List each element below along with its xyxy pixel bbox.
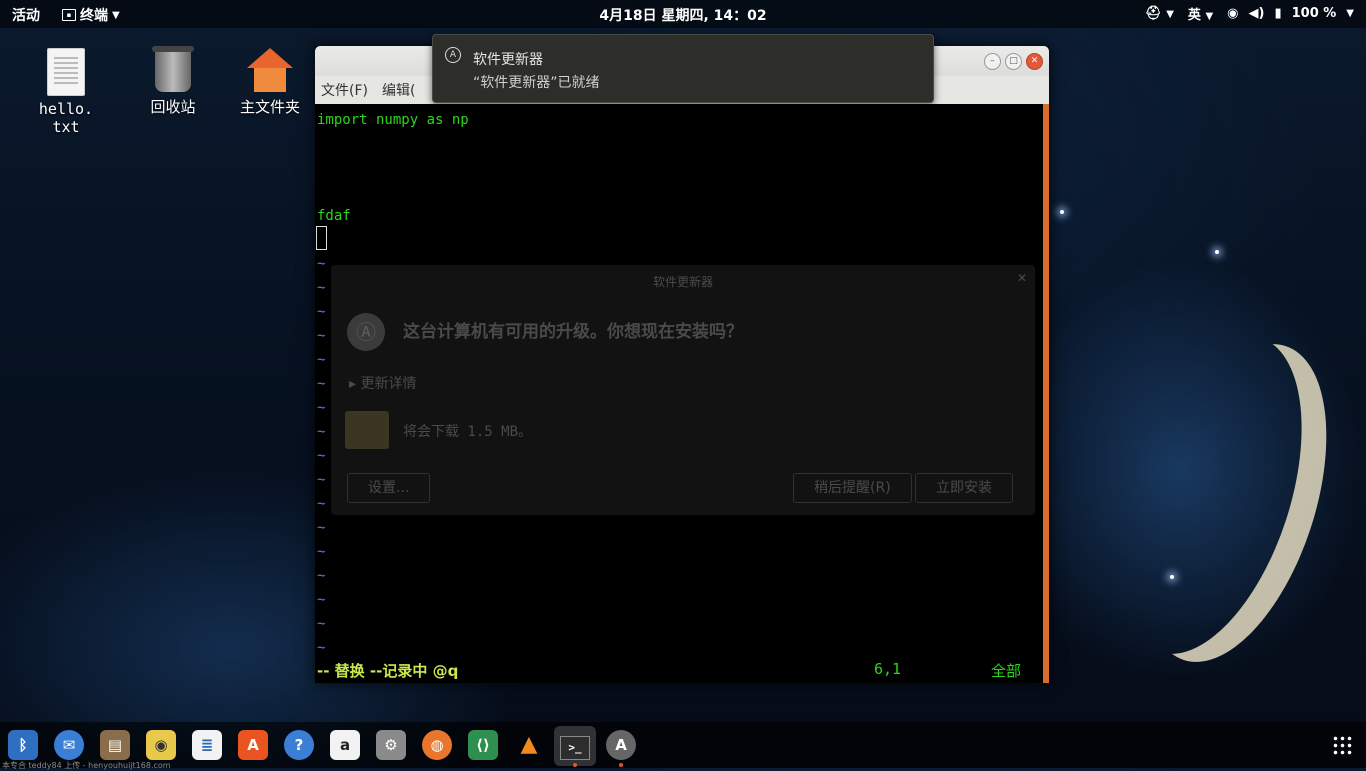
install-now-button[interactable]: 立即安装 — [915, 473, 1013, 503]
terminal-small-icon: ▪ — [62, 9, 76, 21]
empty-line-marker: ~ — [317, 568, 326, 584]
dialog-title: 软件更新器 — [652, 275, 713, 289]
dialog-question: 这台计算机有可用的升级。你想现在安装吗？ — [403, 322, 743, 342]
file-manager-icon[interactable]: ▤ — [100, 730, 130, 760]
app-menu[interactable]: ▪ 终端 ▼ — [62, 5, 120, 25]
empty-line-marker: ~ — [317, 256, 326, 272]
minimize-button[interactable]: – — [984, 53, 1001, 70]
thunderbird-icon[interactable]: ✉ — [54, 730, 84, 760]
menu-edit[interactable]: 编辑( — [382, 80, 415, 100]
editor-line: fdaf — [317, 208, 351, 224]
empty-line-marker: ~ — [317, 352, 326, 368]
vscode-icon[interactable]: ⟨⟩ — [468, 730, 498, 760]
trash-icon — [152, 46, 194, 92]
notification-banner[interactable]: A 软件更新器 “软件更新器”已就绪 — [432, 34, 934, 103]
terminal-scrollbar[interactable] — [1043, 104, 1049, 683]
close-button[interactable]: ✕ — [1026, 53, 1043, 70]
accessibility-icon: ⛑ — [1145, 6, 1162, 21]
input-method-menu[interactable]: 英 ▼ — [1188, 4, 1213, 23]
libreoffice-writer-icon[interactable]: ≣ — [192, 730, 222, 760]
download-size: 将会下载 1.5 MB。 — [403, 424, 533, 440]
chevron-down-icon: ▼ — [1346, 8, 1354, 19]
empty-line-marker: ~ — [317, 496, 326, 512]
scroll-position: 全部 — [991, 662, 1022, 680]
home-folder-icon — [247, 48, 293, 92]
desktop-icon-trash[interactable]: 回收站 — [128, 46, 218, 117]
footer-text: 本专合 teddy84 上传 - henyouhuijt168.com — [2, 761, 171, 770]
vim-mode: -- 替换 --记录中 @q — [317, 662, 459, 680]
cursor-position: 6,1 — [874, 660, 902, 678]
clock[interactable]: 4月18日 星期四, 14：02 — [599, 8, 766, 24]
help-icon[interactable]: ? — [284, 730, 314, 760]
system-tray: ⛑ ▼ 英 ▼ ◉ ◀) ▮ 100 % ▼ — [1145, 4, 1354, 23]
desktop-icon-hello-txt[interactable]: hello. txt — [21, 48, 111, 136]
volume-icon: ◀) — [1248, 6, 1265, 21]
firefox-icon[interactable]: ◍ — [422, 730, 452, 760]
star-decoration — [1170, 575, 1174, 579]
editor-line: import numpy as np — [317, 112, 469, 128]
activities-button[interactable]: 活动 — [12, 5, 40, 25]
empty-line-marker: ~ — [317, 328, 326, 344]
vlc-icon[interactable]: ▲ — [514, 730, 544, 760]
empty-line-marker: ~ — [317, 280, 326, 296]
desktop-icon-label: hello. txt — [38, 100, 94, 136]
menu-file[interactable]: 文件(F) — [321, 80, 368, 100]
running-indicator — [619, 763, 623, 767]
status-menu[interactable]: ◉ ◀) ▮ 100 % ▼ — [1227, 6, 1354, 21]
input-method-label: 英 — [1187, 8, 1201, 23]
software-center-icon[interactable]: A — [238, 730, 268, 760]
empty-line-marker: ~ — [317, 304, 326, 320]
empty-line-marker: ~ — [317, 472, 326, 488]
empty-line-marker: ~ — [317, 424, 326, 440]
accessibility-menu[interactable]: ⛑ ▼ — [1145, 6, 1174, 21]
empty-line-marker: ~ — [317, 640, 326, 656]
software-updater-icon: A — [445, 47, 461, 63]
settings-button[interactable]: 设置... — [347, 473, 431, 503]
star-decoration — [1215, 250, 1219, 254]
moon-decoration — [1083, 313, 1337, 676]
desktop-icon-home[interactable]: 主文件夹 — [225, 48, 315, 117]
empty-line-marker: ~ — [317, 520, 326, 536]
empty-line-marker: ~ — [317, 544, 326, 560]
text-file-icon — [47, 48, 85, 96]
dock: ᛒ ✉ ▤ ◉ ≣ A ? a ⚙ ◍ ⟨⟩ ▲ >_ A — [0, 722, 1366, 768]
empty-line-marker: ~ — [317, 400, 326, 416]
desktop-icon-label: 主文件夹 — [239, 98, 300, 116]
vim-status-line: -- 替换 --记录中 @q 6,1 全部 — [317, 660, 1043, 681]
star-decoration — [1060, 210, 1064, 214]
chevron-down-icon: ▼ — [1205, 11, 1214, 22]
text-cursor — [316, 226, 327, 250]
top-bar: 活动 ▪ 终端 ▼ 4月18日 星期四, 14：02 ⛑ ▼ 英 ▼ ◉ ◀) … — [0, 0, 1366, 28]
software-updater-dialog: 软件更新器 ✕ Ⓐ 这台计算机有可用的升级。你想现在安装吗？ ▸ 更新详情 将会… — [331, 265, 1035, 515]
close-icon[interactable]: ✕ — [1017, 271, 1027, 285]
rhythmbox-icon[interactable]: ◉ — [146, 730, 176, 760]
desktop-icon-label: 回收站 — [150, 98, 196, 116]
bluetooth-icon[interactable]: ᛒ — [8, 730, 38, 760]
settings-icon[interactable]: ⚙ — [376, 730, 406, 760]
software-updater-icon: Ⓐ — [347, 313, 385, 351]
battery-icon: ▮ — [1274, 6, 1282, 21]
battery-percent: 100 % — [1291, 6, 1337, 21]
empty-line-marker: ~ — [317, 376, 326, 392]
empty-line-marker: ~ — [317, 448, 326, 464]
amazon-icon[interactable]: a — [330, 730, 360, 760]
running-indicator — [573, 763, 577, 767]
notification-body: “软件更新器”已就绪 — [473, 75, 600, 91]
maximize-button[interactable]: □ — [1005, 53, 1022, 70]
empty-line-marker: ~ — [317, 616, 326, 632]
empty-line-marker: ~ — [317, 592, 326, 608]
remind-later-button[interactable]: 稍后提醒(R) — [793, 473, 912, 503]
update-details-toggle[interactable]: ▸ 更新详情 — [349, 373, 416, 393]
software-updater-icon[interactable]: A — [606, 730, 636, 760]
notification-title: 软件更新器 — [473, 52, 543, 68]
show-applications-icon[interactable] — [1332, 735, 1352, 755]
terminal-icon[interactable]: >_ — [554, 726, 596, 766]
wifi-icon: ◉ — [1227, 6, 1239, 21]
chevron-down-icon: ▼ — [112, 9, 120, 21]
chevron-down-icon: ▼ — [1166, 9, 1174, 20]
app-menu-label: 终端 — [80, 8, 108, 24]
package-icon — [345, 411, 389, 449]
